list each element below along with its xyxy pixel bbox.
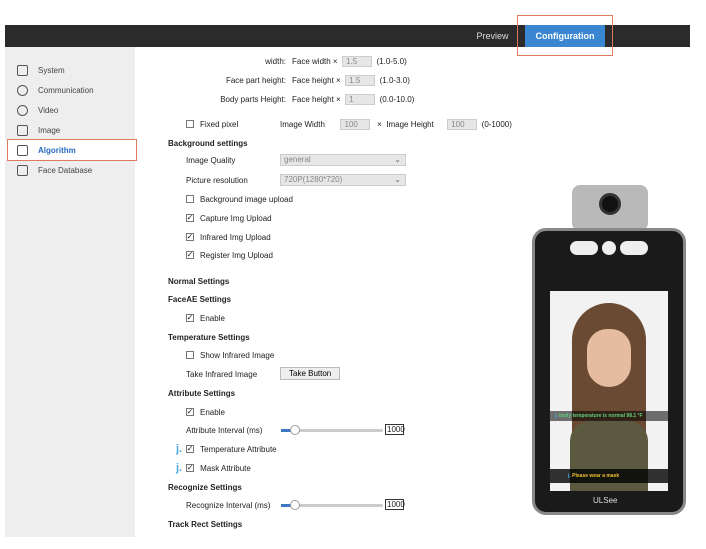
attribute-interval-slider[interactable] <box>281 425 383 435</box>
section-normal: Normal Settings <box>168 276 230 286</box>
sidebar-item-video[interactable]: Video <box>5 100 135 120</box>
checkbox-label: Infrared Img Upload <box>200 232 271 242</box>
sidebar: System Communication Video Image Algorit… <box>5 47 135 537</box>
range: (0-1000) <box>481 119 512 129</box>
infrared-upload-checkbox[interactable]: ✓ <box>186 233 194 241</box>
width-input[interactable]: 1.5 <box>342 55 373 67</box>
section-background: Background settings <box>168 138 248 148</box>
recognize-interval-input[interactable]: 1000 <box>385 499 405 510</box>
person-face <box>587 329 631 387</box>
face-part-input[interactable]: 1.5 <box>345 74 376 86</box>
sidebar-item-face-database[interactable]: Face Database <box>5 160 135 180</box>
width-prefix: Face width <box>292 56 331 66</box>
section-temperature: Temperature Settings <box>168 332 250 342</box>
section-recognize: Recognize Settings <box>168 482 242 492</box>
capture-upload-checkbox[interactable]: ✓ <box>186 214 194 222</box>
camera-icon <box>17 104 28 116</box>
attribute-enable-checkbox[interactable]: ✓ <box>186 408 194 416</box>
recognize-interval-label: Recognize Interval (ms) <box>186 500 271 510</box>
select-value: 720P(1280*720) <box>284 175 343 184</box>
width-label: width: <box>265 56 286 66</box>
range: (1.0-5.0) <box>376 56 407 66</box>
times: × <box>332 56 338 66</box>
checkbox-label: Background image upload <box>200 194 293 204</box>
image-width-label: Image Width <box>280 119 325 129</box>
checkbox-label: Temperature Attribute <box>200 444 277 454</box>
sidebar-item-label: Face Database <box>38 165 93 175</box>
attribute-interval-input[interactable]: 1000 <box>385 424 405 435</box>
body-parts-prefix: Face height <box>292 94 334 104</box>
body-parts-label: Body parts Height: <box>220 94 286 104</box>
sidebar-item-image[interactable]: Image <box>5 120 135 140</box>
checkbox-label: Mask Attribute <box>200 463 251 473</box>
mask-attribute-checkbox[interactable]: ✓ <box>186 464 195 472</box>
checkbox-label: Show Infrared Image <box>200 350 275 360</box>
range: (1.0-3.0) <box>379 75 410 85</box>
sidebar-item-system[interactable]: System <box>5 60 135 80</box>
attribute-interval-label: Attribute Interval (ms) <box>186 425 263 435</box>
tab-preview[interactable]: Preview <box>460 25 525 47</box>
sidebar-item-label: Communication <box>38 85 94 95</box>
marker: j. <box>176 443 183 455</box>
bg-upload-checkbox[interactable] <box>186 195 194 203</box>
times: × <box>336 75 341 85</box>
image-quality-label: Image Quality <box>186 155 236 165</box>
highlight-algorithm <box>7 139 137 161</box>
chevron-down-icon: ⌄ <box>394 175 401 184</box>
checkbox-label: Enable <box>200 313 225 323</box>
show-infrared-checkbox[interactable] <box>186 351 194 359</box>
device-illustration: j. body temperature is normal 98.1 °F j.… <box>532 228 686 515</box>
mask-message: j. Please wear a mask <box>550 469 668 483</box>
slider-handle[interactable] <box>290 425 300 435</box>
fixed-pixel-checkbox[interactable] <box>186 120 194 128</box>
register-upload-checkbox[interactable]: ✓ <box>186 251 194 259</box>
sidebar-item-label: System <box>38 65 65 75</box>
image-height-label: Image Height <box>386 119 434 129</box>
section-track-rect: Track Rect Settings <box>168 519 243 529</box>
section-attribute: Attribute Settings <box>168 388 236 398</box>
section-faceae: FaceAE Settings <box>168 294 232 304</box>
faceae-enable-checkbox[interactable]: ✓ <box>186 314 194 322</box>
chevron-down-icon: ⌄ <box>394 155 401 164</box>
brand-logo: ULSee <box>593 496 618 505</box>
sidebar-item-label: Image <box>38 125 61 135</box>
device-screen: j. body temperature is normal 98.1 °F j.… <box>550 291 668 491</box>
device-sensors <box>565 241 653 255</box>
device-camera-module <box>572 185 648 231</box>
times: × <box>377 119 382 129</box>
select-value: general <box>284 155 311 164</box>
times: × <box>336 94 341 104</box>
slider-handle[interactable] <box>290 500 300 510</box>
checkbox-label: Enable <box>200 407 225 417</box>
window-icon <box>17 64 28 76</box>
camera-lens-icon <box>599 193 621 215</box>
fixed-pixel-label: Fixed pixel <box>200 119 239 129</box>
image-width-input[interactable]: 100 <box>340 118 371 130</box>
picture-resolution-label: Picture resolution <box>186 175 248 185</box>
take-button[interactable]: Take Button <box>280 366 341 380</box>
body-parts-input[interactable]: 1 <box>345 93 376 105</box>
face-part-label: Face part height: <box>225 75 286 85</box>
range: (0.0-10.0) <box>379 94 415 104</box>
temperature-attribute-checkbox[interactable]: ✓ <box>186 445 195 453</box>
globe-icon <box>17 84 28 96</box>
image-quality-select[interactable]: general ⌄ <box>280 154 406 166</box>
face-frame-icon <box>17 164 28 176</box>
highlight-configuration <box>517 15 613 56</box>
marker: j. <box>176 462 183 474</box>
recognize-interval-slider[interactable] <box>281 500 383 510</box>
checkbox-label: Register Img Upload <box>200 250 273 260</box>
image-icon <box>17 124 28 136</box>
sidebar-item-label: Video <box>38 105 59 115</box>
image-height-input[interactable]: 100 <box>447 118 478 130</box>
picture-resolution-select[interactable]: 720P(1280*720) ⌄ <box>280 174 406 186</box>
sidebar-item-communication[interactable]: Communication <box>5 80 135 100</box>
checkbox-label: Capture Img Upload <box>200 213 272 223</box>
temperature-message: j. body temperature is normal 98.1 °F <box>550 411 668 421</box>
face-part-prefix: Face height <box>292 75 334 85</box>
take-infrared-label: Take Infrared Image <box>186 369 258 379</box>
